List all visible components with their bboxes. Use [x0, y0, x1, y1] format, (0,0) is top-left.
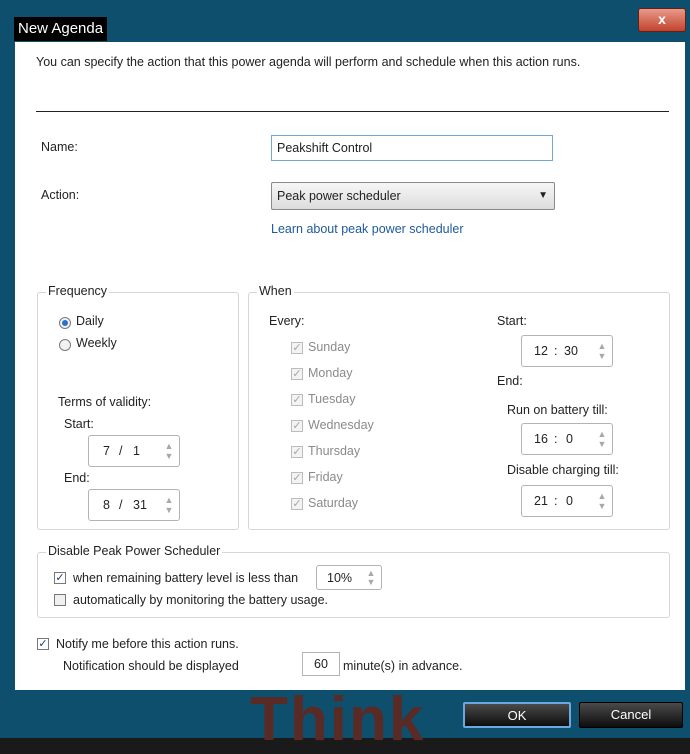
- name-label: Name:: [41, 140, 78, 154]
- spin-down-icon[interactable]: ▼: [366, 578, 376, 587]
- day-label-friday: Friday: [308, 470, 343, 484]
- day-label-tuesday: Tuesday: [308, 392, 356, 406]
- frequency-title: Frequency: [46, 284, 110, 298]
- weekly-label: Weekly: [76, 336, 117, 350]
- notify-minutes-input[interactable]: 60: [302, 652, 340, 676]
- daily-radio[interactable]: [59, 317, 71, 329]
- every-label: Every:: [269, 314, 305, 328]
- think-watermark: Think: [250, 685, 426, 754]
- disable-group: Disable Peak Power Scheduler ✓ when rema…: [37, 544, 670, 618]
- battery-minute: 0: [566, 432, 573, 446]
- charging-hour: 21: [534, 494, 548, 508]
- battery-hour: 16: [534, 432, 548, 446]
- day-label-thursday: Thursday: [308, 444, 361, 458]
- battery-till-spinner[interactable]: 16 : 0 ▲ ▼: [521, 423, 613, 455]
- spin-up-icon[interactable]: ▲: [164, 496, 174, 505]
- remaining-checkbox[interactable]: ✓: [54, 572, 66, 584]
- start-day: 1: [133, 444, 140, 458]
- notify-label: Notify me before this action runs.: [56, 637, 239, 651]
- action-value: Peak power scheduler: [277, 189, 401, 203]
- divider: [36, 111, 669, 112]
- monitor-checkbox[interactable]: [54, 594, 66, 606]
- daily-label: Daily: [76, 314, 104, 328]
- end-month: 8: [103, 498, 110, 512]
- when-group: When Every: ✓ Sunday ✓ Monday ✓ Tuesday …: [248, 284, 670, 530]
- validity-start-spinner[interactable]: 7 / 1 ▲ ▼: [88, 435, 180, 467]
- validity-end-label: End:: [64, 471, 90, 485]
- start-minute: 30: [564, 344, 578, 358]
- day-checkbox-thursday[interactable]: ✓: [291, 446, 303, 458]
- day-checkbox-monday[interactable]: ✓: [291, 368, 303, 380]
- notification-display-label: Notification should be displayed: [63, 659, 239, 673]
- title-bar: New Agenda x: [8, 8, 686, 44]
- validity-label: Terms of validity:: [58, 395, 152, 409]
- battery-colon: :: [554, 432, 558, 446]
- time-end-label: End:: [497, 374, 523, 388]
- day-label-saturday: Saturday: [308, 496, 359, 510]
- spin-down-icon[interactable]: ▼: [164, 452, 174, 461]
- action-dropdown[interactable]: Peak power scheduler ▼: [271, 182, 555, 210]
- spin-up-icon[interactable]: ▲: [597, 430, 607, 439]
- window-title: New Agenda: [14, 17, 108, 41]
- spin-down-icon[interactable]: ▼: [597, 502, 607, 511]
- start-time-spinner[interactable]: 12 : 30 ▲ ▼: [521, 335, 613, 367]
- cancel-button[interactable]: Cancel: [579, 702, 683, 728]
- day-checkbox-sunday[interactable]: ✓: [291, 342, 303, 354]
- battery-till-label: Run on battery till:: [507, 403, 608, 417]
- charging-till-spinner[interactable]: 21 : 0 ▲ ▼: [521, 485, 613, 517]
- action-label: Action:: [41, 188, 80, 202]
- day-checkbox-tuesday[interactable]: ✓: [291, 394, 303, 406]
- spin-down-icon[interactable]: ▼: [597, 352, 607, 361]
- dialog-body: You can specify the action that this pow…: [15, 42, 685, 690]
- frequency-group: Frequency Daily Weekly Terms of validity…: [37, 284, 239, 530]
- spin-down-icon[interactable]: ▼: [164, 506, 174, 515]
- time-start-label: Start:: [497, 314, 527, 328]
- name-input[interactable]: Peakshift Control: [271, 135, 553, 161]
- spin-up-icon[interactable]: ▲: [164, 442, 174, 451]
- remaining-label: when remaining battery level is less tha…: [73, 571, 299, 585]
- close-button[interactable]: x: [638, 8, 686, 32]
- start-hour: 12: [534, 344, 548, 358]
- start-colon: :: [554, 344, 558, 358]
- charging-till-label: Disable charging till:: [507, 463, 619, 477]
- validity-start-label: Start:: [64, 417, 94, 431]
- charging-colon: :: [554, 494, 558, 508]
- day-checkbox-wednesday[interactable]: ✓: [291, 420, 303, 432]
- battery-level-value: 10%: [327, 571, 353, 585]
- charging-minute: 0: [566, 494, 573, 508]
- spin-down-icon[interactable]: ▼: [597, 440, 607, 449]
- ok-button[interactable]: OK: [463, 702, 571, 728]
- day-checkbox-friday[interactable]: ✓: [291, 472, 303, 484]
- dialog-frame: New Agenda x You can specify the action …: [0, 0, 690, 751]
- intro-text: You can specify the action that this pow…: [36, 55, 581, 69]
- monitor-label: automatically by monitoring the battery …: [73, 593, 328, 607]
- notify-suffix: minute(s) in advance.: [343, 659, 463, 673]
- end-day: 31: [133, 498, 147, 512]
- day-label-sunday: Sunday: [308, 340, 351, 354]
- when-title: When: [257, 284, 294, 298]
- weekly-radio[interactable]: [59, 339, 71, 351]
- notify-checkbox[interactable]: ✓: [37, 638, 49, 650]
- end-separator: /: [119, 498, 123, 512]
- dropdown-arrow-icon: ▼: [538, 190, 548, 201]
- disable-title: Disable Peak Power Scheduler: [46, 544, 223, 558]
- day-label-wednesday: Wednesday: [308, 418, 374, 432]
- validity-end-spinner[interactable]: 8 / 31 ▲ ▼: [88, 489, 180, 521]
- learn-link[interactable]: Learn about peak power scheduler: [271, 222, 464, 236]
- battery-level-spinner[interactable]: 10% ▲ ▼: [316, 565, 382, 590]
- start-month: 7: [103, 444, 110, 458]
- spin-up-icon[interactable]: ▲: [597, 342, 607, 351]
- day-checkbox-saturday[interactable]: ✓: [291, 498, 303, 510]
- spin-up-icon[interactable]: ▲: [597, 492, 607, 501]
- start-separator: /: [119, 444, 123, 458]
- day-label-monday: Monday: [308, 366, 353, 380]
